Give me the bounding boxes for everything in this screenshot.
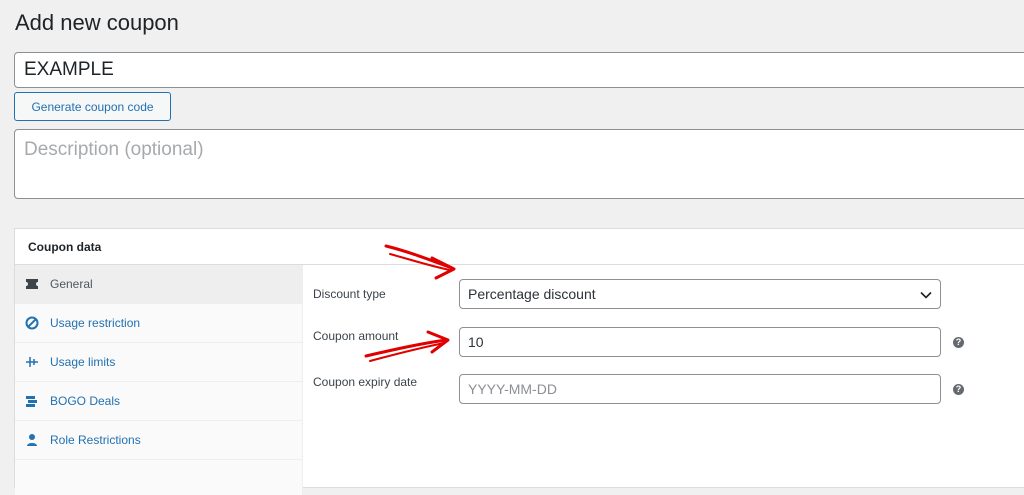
description-field[interactable] xyxy=(14,129,1024,199)
coupon-data-tabs: General Usage restriction Usage limits B… xyxy=(15,265,303,495)
tab-label: General xyxy=(50,277,93,291)
general-fields: Discount type Percentage discount Coupon… xyxy=(313,265,1024,465)
page-title: Add new coupon xyxy=(15,10,179,35)
tab-usage-limits[interactable]: Usage limits xyxy=(15,343,302,382)
panel-header: Coupon data xyxy=(15,229,1024,265)
help-icon[interactable]: ? xyxy=(953,336,964,348)
limits-icon xyxy=(25,355,39,369)
tab-label: BOGO Deals xyxy=(50,394,121,408)
coupon-amount-input[interactable] xyxy=(459,327,941,357)
tab-general[interactable]: General xyxy=(15,265,302,304)
discount-type-value: Percentage discount xyxy=(468,286,596,302)
discount-type-label: Discount type xyxy=(313,287,386,301)
no-entry-icon xyxy=(25,316,39,330)
coupon-data-panel: Coupon data General Usage restriction Us… xyxy=(14,228,1024,495)
bogo-icon xyxy=(25,394,39,408)
ticket-icon xyxy=(25,277,39,291)
tab-label: Usage limits xyxy=(50,355,116,369)
chevron-down-icon xyxy=(920,286,932,302)
tab-label: Usage restriction xyxy=(50,316,141,330)
tab-label: Role Restrictions xyxy=(50,433,141,447)
coupon-code-input[interactable] xyxy=(14,52,1024,88)
coupon-expiry-input[interactable] xyxy=(459,374,941,404)
help-icon[interactable]: ? xyxy=(953,383,964,395)
annotation-arrow-coupon-amount xyxy=(364,330,450,362)
user-icon xyxy=(25,433,39,447)
discount-type-select[interactable]: Percentage discount xyxy=(459,279,941,309)
generate-coupon-code-button[interactable]: Generate coupon code xyxy=(14,92,171,121)
panel-title: Coupon data xyxy=(28,239,102,254)
tab-bogo-deals[interactable]: BOGO Deals xyxy=(15,382,302,421)
tab-usage-restriction[interactable]: Usage restriction xyxy=(15,304,302,343)
annotation-arrow-discount-type xyxy=(384,244,456,280)
tab-role-restrictions[interactable]: Role Restrictions xyxy=(15,421,302,460)
coupon-expiry-label: Coupon expiry date xyxy=(313,375,418,389)
